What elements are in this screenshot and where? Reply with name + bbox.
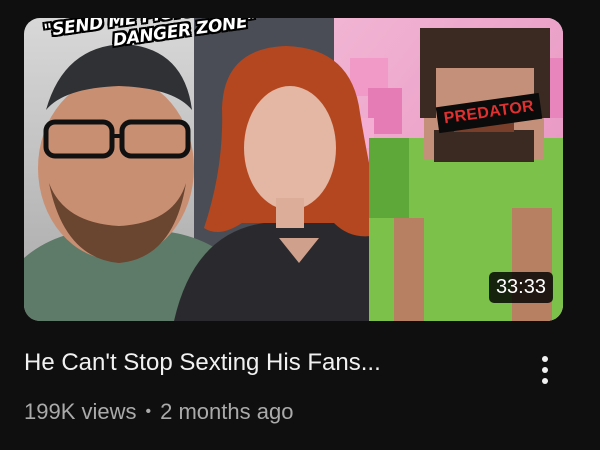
more-vert-icon[interactable]	[530, 350, 560, 390]
video-title[interactable]: He Can't Stop Sexting His Fans...	[24, 348, 494, 378]
meta-separator: •	[145, 403, 152, 420]
menu-dot	[542, 367, 548, 373]
view-count: 199K views	[24, 399, 137, 424]
menu-dot	[542, 378, 548, 384]
menu-dot	[542, 356, 548, 362]
video-metadata: 199K views • 2 months ago	[24, 398, 293, 426]
upload-age: 2 months ago	[160, 399, 294, 424]
thumbnail-image	[24, 18, 563, 321]
video-card[interactable]: "SEND ME PICTURES OF YOUR DANGER ZONE" P…	[0, 0, 600, 450]
duration-badge: 33:33	[488, 272, 553, 303]
video-thumbnail[interactable]: "SEND ME PICTURES OF YOUR DANGER ZONE" P…	[24, 18, 563, 321]
